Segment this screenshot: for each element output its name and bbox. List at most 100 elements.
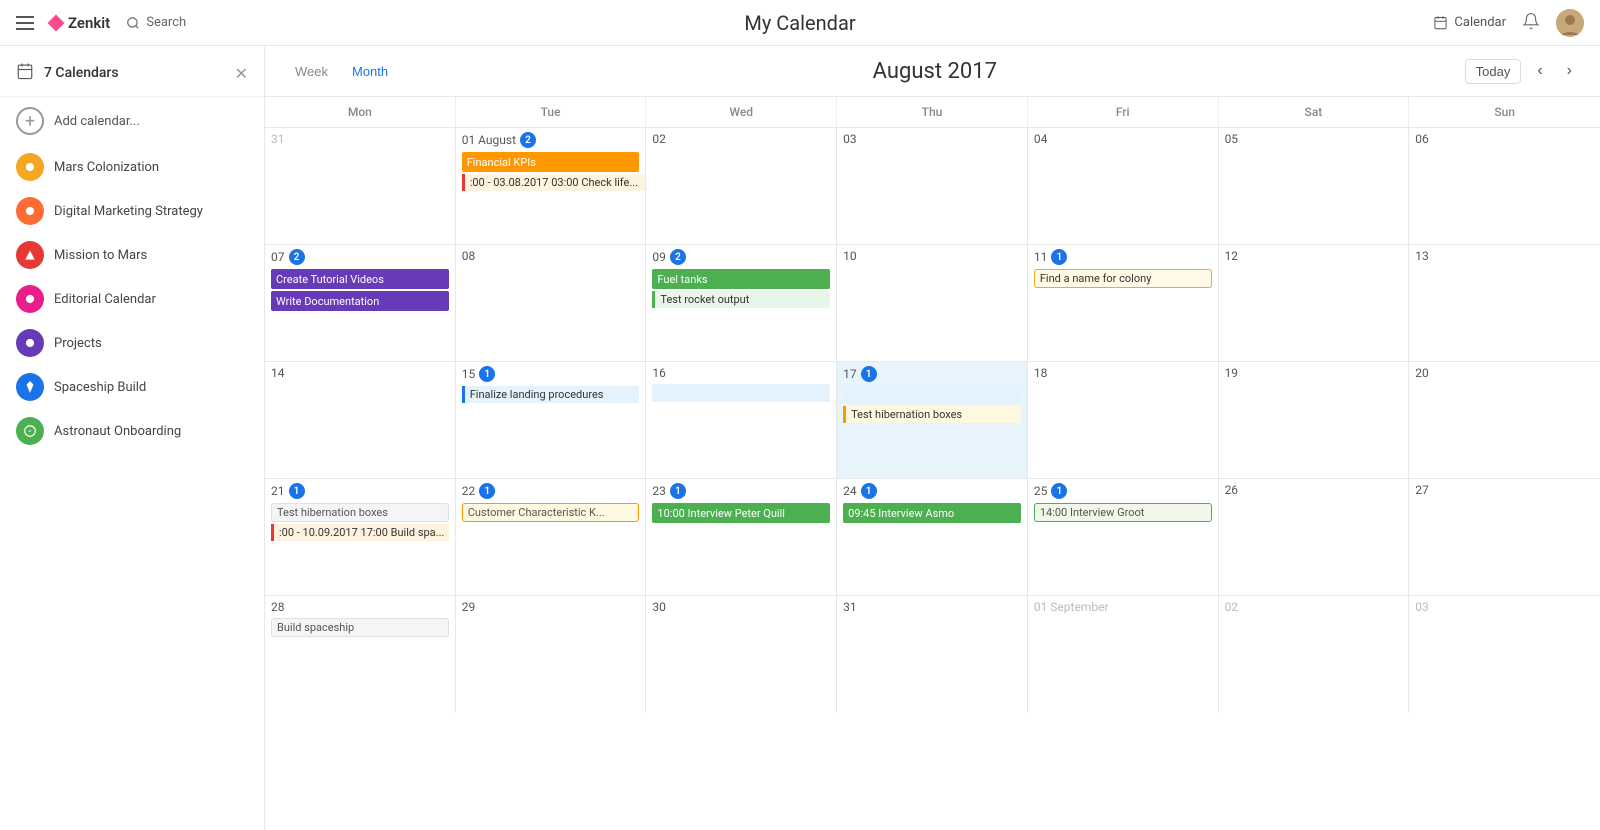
event-badge: 1 xyxy=(479,483,495,499)
list-item[interactable]: 14:00 Interview Groot xyxy=(1034,503,1212,522)
sidebar-close-button[interactable]: ✕ xyxy=(235,64,248,83)
table-row[interactable]: 14 xyxy=(265,362,456,478)
day-number: 07 2 xyxy=(271,249,305,265)
sidebar-item-spaceship-build[interactable]: Spaceship Build xyxy=(0,365,264,409)
table-row[interactable]: 24 1 09:45 Interview Asmo xyxy=(837,479,1028,595)
calendar-item-icon xyxy=(23,248,37,262)
table-row[interactable]: 20 xyxy=(1409,362,1600,478)
today-button[interactable]: Today xyxy=(1465,59,1522,84)
list-item xyxy=(652,384,830,402)
sidebar-item-digital-marketing[interactable]: Digital Marketing Strategy xyxy=(0,189,264,233)
calendar-color-dot xyxy=(16,153,44,181)
table-row[interactable]: 09 2 Fuel tanks Test rocket output xyxy=(646,245,837,361)
search-button[interactable]: Search xyxy=(126,15,186,30)
list-item[interactable]: Write Documentation xyxy=(271,291,449,311)
list-item[interactable]: Test rocket output xyxy=(652,291,830,308)
calendar-nav-item[interactable]: Calendar xyxy=(1433,15,1506,30)
day-number: 02 xyxy=(652,132,666,146)
list-item[interactable]: Financial KPIs xyxy=(462,152,640,172)
table-row[interactable]: 15 1 Finalize landing procedures xyxy=(456,362,647,478)
sidebar-item-astronaut-onboarding[interactable]: Astronaut Onboarding xyxy=(0,409,264,453)
table-row[interactable]: 19 xyxy=(1219,362,1410,478)
day-number: 27 xyxy=(1415,483,1429,497)
event-badge: 2 xyxy=(520,132,536,148)
table-row[interactable]: 28 Build spaceship xyxy=(265,596,456,713)
table-row[interactable]: 02 xyxy=(1219,596,1410,713)
table-row[interactable]: 27 xyxy=(1409,479,1600,595)
table-row[interactable]: 04 xyxy=(1028,128,1219,244)
add-calendar-row[interactable]: + Add calendar... xyxy=(0,97,264,145)
table-row[interactable]: 30 xyxy=(646,596,837,713)
avatar[interactable] xyxy=(1556,9,1584,37)
table-row[interactable]: 31 xyxy=(265,128,456,244)
list-item[interactable]: :00 - 10.09.2017 17:00 Build spa... xyxy=(271,524,449,541)
month-view-button[interactable]: Month xyxy=(342,60,398,83)
day-number: 28 xyxy=(271,600,285,614)
table-row[interactable]: 16 xyxy=(646,362,837,478)
calendar-month-title: August 2017 xyxy=(405,59,1465,84)
navbar-left: Zenkit Search xyxy=(16,14,186,32)
next-month-button[interactable]: › xyxy=(1559,58,1580,84)
table-row[interactable]: 03 xyxy=(1409,596,1600,713)
list-item[interactable]: Finalize landing procedures xyxy=(462,386,640,403)
calendar-area: Week Month August 2017 Today ‹ › Mon Tue… xyxy=(265,46,1600,830)
table-row[interactable]: 31 xyxy=(837,596,1028,713)
table-row[interactable]: 08 xyxy=(456,245,647,361)
table-row[interactable]: 17 1 Test hibernation boxes xyxy=(837,362,1028,478)
day-number: 19 xyxy=(1225,366,1239,380)
table-row[interactable]: 29 xyxy=(456,596,647,713)
prev-month-button[interactable]: ‹ xyxy=(1529,58,1550,84)
search-label: Search xyxy=(146,15,186,30)
list-item[interactable]: Test hibernation boxes xyxy=(271,503,449,522)
day-number: 05 xyxy=(1225,132,1239,146)
day-header-mon: Mon xyxy=(265,97,456,127)
notifications-button[interactable] xyxy=(1522,12,1540,34)
table-row[interactable]: 05 xyxy=(1219,128,1410,244)
table-row[interactable]: 21 1 Test hibernation boxes :00 - 10.09.… xyxy=(265,479,456,595)
calendar-item-label: Digital Marketing Strategy xyxy=(54,204,203,219)
sidebar-item-mission-to-mars[interactable]: Mission to Mars xyxy=(0,233,264,277)
navbar: Zenkit Search My Calendar Calendar xyxy=(0,0,1600,46)
table-row[interactable]: 12 xyxy=(1219,245,1410,361)
table-row[interactable]: 01 September xyxy=(1028,596,1219,713)
list-item[interactable]: Find a name for colony xyxy=(1034,269,1212,288)
sidebar-header-left: 7 Calendars xyxy=(16,62,119,84)
list-item[interactable]: 09:45 Interview Asmo xyxy=(843,503,1021,523)
table-row[interactable]: 07 2 Create Tutorial Videos Write Docume… xyxy=(265,245,456,361)
table-row[interactable]: 03 xyxy=(837,128,1028,244)
table-row[interactable]: 22 1 Customer Characteristic K... xyxy=(456,479,647,595)
table-row[interactable]: 13 xyxy=(1409,245,1600,361)
calendar-item-icon xyxy=(23,204,37,218)
list-item[interactable]: Customer Characteristic K... xyxy=(462,503,640,522)
day-number: 12 xyxy=(1225,249,1239,263)
add-calendar-label: Add calendar... xyxy=(54,114,140,129)
table-row[interactable]: 25 1 14:00 Interview Groot xyxy=(1028,479,1219,595)
sidebar-item-projects[interactable]: Projects xyxy=(0,321,264,365)
table-row[interactable]: 10 xyxy=(837,245,1028,361)
list-item xyxy=(843,386,1021,404)
day-number: 20 xyxy=(1415,366,1429,380)
menu-button[interactable] xyxy=(16,16,34,30)
list-item[interactable]: 10:00 Interview Peter Quill xyxy=(652,503,830,523)
brand[interactable]: Zenkit xyxy=(50,14,110,32)
table-row[interactable]: 11 1 Find a name for colony xyxy=(1028,245,1219,361)
sidebar-calendar-icon xyxy=(16,62,34,84)
list-item[interactable]: Fuel tanks xyxy=(652,269,830,289)
list-item[interactable]: Build spaceship xyxy=(271,618,449,637)
sidebar-header: 7 Calendars ✕ xyxy=(0,46,264,97)
week-view-button[interactable]: Week xyxy=(285,60,338,83)
table-row[interactable]: 26 xyxy=(1219,479,1410,595)
sidebar-item-editorial-calendar[interactable]: Editorial Calendar xyxy=(0,277,264,321)
table-row[interactable]: 06 xyxy=(1409,128,1600,244)
sidebar-item-mars-colonization[interactable]: Mars Colonization xyxy=(0,145,264,189)
list-item[interactable]: :00 - 03.08.2017 03:00 Check life... xyxy=(462,174,647,191)
calendar-week-2: 07 2 Create Tutorial Videos Write Docume… xyxy=(265,245,1600,362)
table-row[interactable]: 01 August 2 Financial KPIs :00 - 03.08.2… xyxy=(456,128,647,244)
day-number: 29 xyxy=(462,600,476,614)
list-item[interactable]: Create Tutorial Videos xyxy=(271,269,449,289)
table-row[interactable]: 02 xyxy=(646,128,837,244)
calendar-icon xyxy=(1433,15,1448,30)
list-item[interactable]: Test hibernation boxes xyxy=(843,406,1021,423)
table-row[interactable]: 18 xyxy=(1028,362,1219,478)
table-row[interactable]: 23 1 10:00 Interview Peter Quill xyxy=(646,479,837,595)
